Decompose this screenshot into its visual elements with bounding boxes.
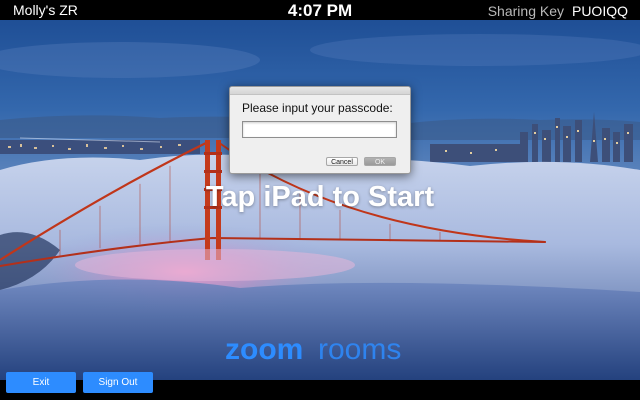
sharing-key-label: Sharing Key — [487, 3, 564, 19]
sharing-key-value: PUOIQQ — [571, 3, 628, 19]
cancel-button[interactable]: Cancel — [326, 157, 358, 166]
logo-zoom-text: zoom — [225, 333, 303, 366]
tap-to-start-text: Tap iPad to Start — [205, 181, 435, 213]
zoom-rooms-screen: Molly's ZR 4:07 PM Sharing Key PUOIQQ Ta… — [0, 0, 640, 400]
dialog-title-bar — [230, 87, 410, 95]
passcode-dialog: Please input your passcode: Cancel OK — [229, 86, 411, 174]
sign-out-button[interactable]: Sign Out — [83, 372, 153, 393]
logo-rooms-text: rooms — [318, 333, 401, 366]
zoom-rooms-logo: zoom rooms — [225, 333, 401, 366]
passcode-input[interactable] — [242, 121, 397, 138]
exit-button[interactable]: Exit — [6, 372, 76, 393]
passcode-prompt: Please input your passcode: — [242, 101, 393, 115]
ok-button[interactable]: OK — [364, 157, 396, 166]
top-bar: Molly's ZR 4:07 PM Sharing Key PUOIQQ — [0, 0, 640, 20]
